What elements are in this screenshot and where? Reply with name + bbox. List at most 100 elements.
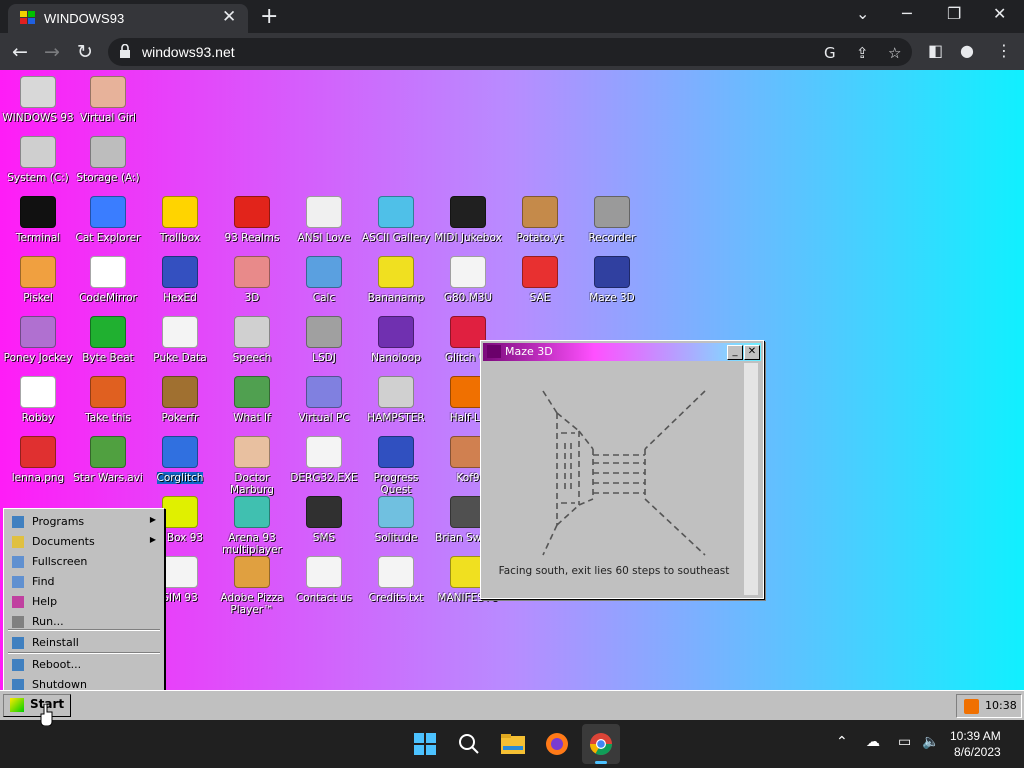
icon-doctor-marburg[interactable]: Doctor Marburg: [216, 436, 288, 496]
icon-g80m3u[interactable]: G80.M3U: [432, 256, 504, 304]
icon-star-wars[interactable]: Star Wars.avi: [72, 436, 144, 484]
icon-ansi-love[interactable]: ANSI Love: [288, 196, 360, 244]
close-window-button[interactable]: ✕: [993, 4, 1006, 23]
icon-sae[interactable]: SAE: [504, 256, 576, 304]
icon-poney-jockey[interactable]: Poney Jockey: [2, 316, 74, 364]
bookmark-star-icon[interactable]: ☆: [888, 44, 901, 62]
icon-corglitch[interactable]: Corglitch: [144, 436, 216, 484]
icon-byte-beat[interactable]: Byte Beat: [72, 316, 144, 364]
icon-lsdj[interactable]: LSDJ: [288, 316, 360, 364]
firefox-icon[interactable]: [544, 732, 570, 756]
start-menu-item-fullscreen[interactable]: Fullscreen: [8, 552, 160, 571]
icon-virtual-girl-image-icon: [90, 76, 126, 108]
tab-close-icon[interactable]: ✕: [222, 7, 236, 27]
maze-scrollbar[interactable]: [744, 363, 758, 595]
chrome-menu-icon[interactable]: ⋮: [996, 41, 1012, 60]
icon-93-realms-image-icon: [234, 196, 270, 228]
icon-what-if[interactable]: What If: [216, 376, 288, 424]
maze-3d-window: Maze 3D _ ✕ Facing south, exit lies 60 s…: [480, 340, 764, 599]
start-menu-item-documents[interactable]: Documents ▶: [8, 532, 160, 551]
network-icon[interactable]: ▭: [898, 734, 911, 750]
start-menu-item-programs[interactable]: Programs ▶: [8, 512, 160, 531]
cloud-offline-icon[interactable]: ☁: [866, 734, 880, 750]
icon-trollbox[interactable]: Trollbox: [144, 196, 216, 244]
start-button[interactable]: Start: [3, 694, 71, 717]
start-menu-item-find[interactable]: Find: [8, 572, 160, 591]
browser-tab[interactable]: WINDOWS93 ✕: [8, 4, 248, 33]
volume-icon[interactable]: 🔈: [922, 734, 939, 750]
start-menu-item-reinstall[interactable]: Reinstall: [8, 633, 160, 652]
icon-speech[interactable]: Speech: [216, 316, 288, 364]
icon-pokerfr[interactable]: Pokerfr: [144, 376, 216, 424]
windows-clock[interactable]: 10:39 AM 8/6/2023: [950, 728, 1001, 760]
desktop-icon-label: WINDOWS 93: [2, 112, 74, 124]
file-explorer-icon[interactable]: [500, 732, 526, 756]
tab-search-dropdown-icon[interactable]: ⌄: [856, 4, 869, 23]
icon-take-this[interactable]: Take this: [72, 376, 144, 424]
icon-bananamp[interactable]: Bananamp: [360, 256, 432, 304]
icon-virtual-girl[interactable]: Virtual Girl: [72, 76, 144, 124]
system-tray: 10:38: [956, 694, 1022, 718]
icon-robby[interactable]: Robby: [2, 376, 74, 424]
show-hidden-icons-chevron-icon[interactable]: ⌃: [836, 734, 848, 750]
icon-terminal[interactable]: Terminal: [2, 196, 74, 244]
forward-icon[interactable]: →: [44, 41, 60, 63]
google-icon[interactable]: G: [824, 44, 836, 62]
icon-cat-explorer[interactable]: Cat Explorer: [72, 196, 144, 244]
icon-potato[interactable]: Potato.yt: [504, 196, 576, 244]
icon-credits[interactable]: Credits.txt: [360, 556, 432, 604]
address-bar[interactable]: windows93.net G ⇪ ☆: [108, 38, 912, 66]
icon-midi-jukebox[interactable]: MIDI Jukebox: [432, 196, 504, 244]
icon-virtual-pc[interactable]: Virtual PC: [288, 376, 360, 424]
share-icon[interactable]: ⇪: [856, 44, 869, 62]
icon-93-realms[interactable]: 93 Realms: [216, 196, 288, 244]
run-icon: [12, 616, 24, 628]
restore-window-button[interactable]: ❐: [947, 4, 961, 23]
icon-sms[interactable]: SMS: [288, 496, 360, 544]
new-tab-button[interactable]: +: [260, 4, 278, 29]
start-menu-item-reboot[interactable]: Reboot...: [8, 655, 160, 674]
start-menu-item-help[interactable]: Help: [8, 592, 160, 611]
icon-storage-a[interactable]: Storage (A:): [72, 136, 144, 184]
minimize-window-button[interactable]: ─: [902, 4, 912, 23]
chrome-taskbar-active[interactable]: [582, 724, 620, 764]
icon-hexed[interactable]: HexEd: [144, 256, 216, 304]
maze-view[interactable]: Facing south, exit lies 60 steps to sout…: [485, 363, 743, 593]
icon-puke-data[interactable]: Puke Data: [144, 316, 216, 364]
icon-pizza[interactable]: Adobe Pizza Player™: [216, 556, 288, 616]
icon-piskel[interactable]: Piskel: [2, 256, 74, 304]
icon-hampster[interactable]: HAMPSTER: [360, 376, 432, 424]
maze-minimize-button[interactable]: _: [727, 345, 743, 360]
icon-solitude[interactable]: Solitude: [360, 496, 432, 544]
desktop-icon-label: Virtual Girl: [80, 112, 136, 124]
icon-lenna[interactable]: lenna.png: [2, 436, 74, 484]
desktop-icon-label: Byte Beat: [82, 352, 134, 364]
rss-icon[interactable]: [964, 699, 979, 714]
icon-system-c[interactable]: System (C:): [2, 136, 74, 184]
icon-ascii-gallery[interactable]: ASCII Gallery: [360, 196, 432, 244]
icon-recorder[interactable]: Recorder: [576, 196, 648, 244]
icon-recorder-image-icon: [594, 196, 630, 228]
windows-start-icon[interactable]: [412, 732, 438, 756]
icon-contact[interactable]: Contact us: [288, 556, 360, 604]
icon-system-c-image-icon: [20, 136, 56, 168]
desktop-icon-label: What If: [233, 412, 271, 424]
back-icon[interactable]: ←: [12, 41, 28, 63]
icon-maze-3d[interactable]: Maze 3D: [576, 256, 648, 304]
icon-windows93[interactable]: WINDOWS 93: [2, 76, 74, 124]
icon-arena93[interactable]: Arena 93 multiplayer: [216, 496, 288, 556]
icon-derg32[interactable]: DERG32.EXE: [288, 436, 360, 484]
reload-icon[interactable]: ↻: [77, 41, 93, 63]
icon-3d[interactable]: 3D: [216, 256, 288, 304]
desktop-icon-label: Puke Data: [153, 352, 207, 364]
maze-close-button[interactable]: ✕: [744, 345, 760, 360]
side-panel-icon[interactable]: ◧: [928, 41, 943, 60]
maze-window-titlebar[interactable]: Maze 3D _ ✕: [483, 343, 761, 361]
desktop-icon-label: Take this: [85, 412, 131, 424]
icon-codemirror[interactable]: CodeMirror: [72, 256, 144, 304]
icon-nanoloop[interactable]: Nanoloop: [360, 316, 432, 364]
search-icon[interactable]: [456, 732, 482, 756]
profile-icon[interactable]: ●: [960, 41, 974, 60]
icon-calc[interactable]: Calc: [288, 256, 360, 304]
icon-progress-quest[interactable]: Progress Quest: [360, 436, 432, 496]
